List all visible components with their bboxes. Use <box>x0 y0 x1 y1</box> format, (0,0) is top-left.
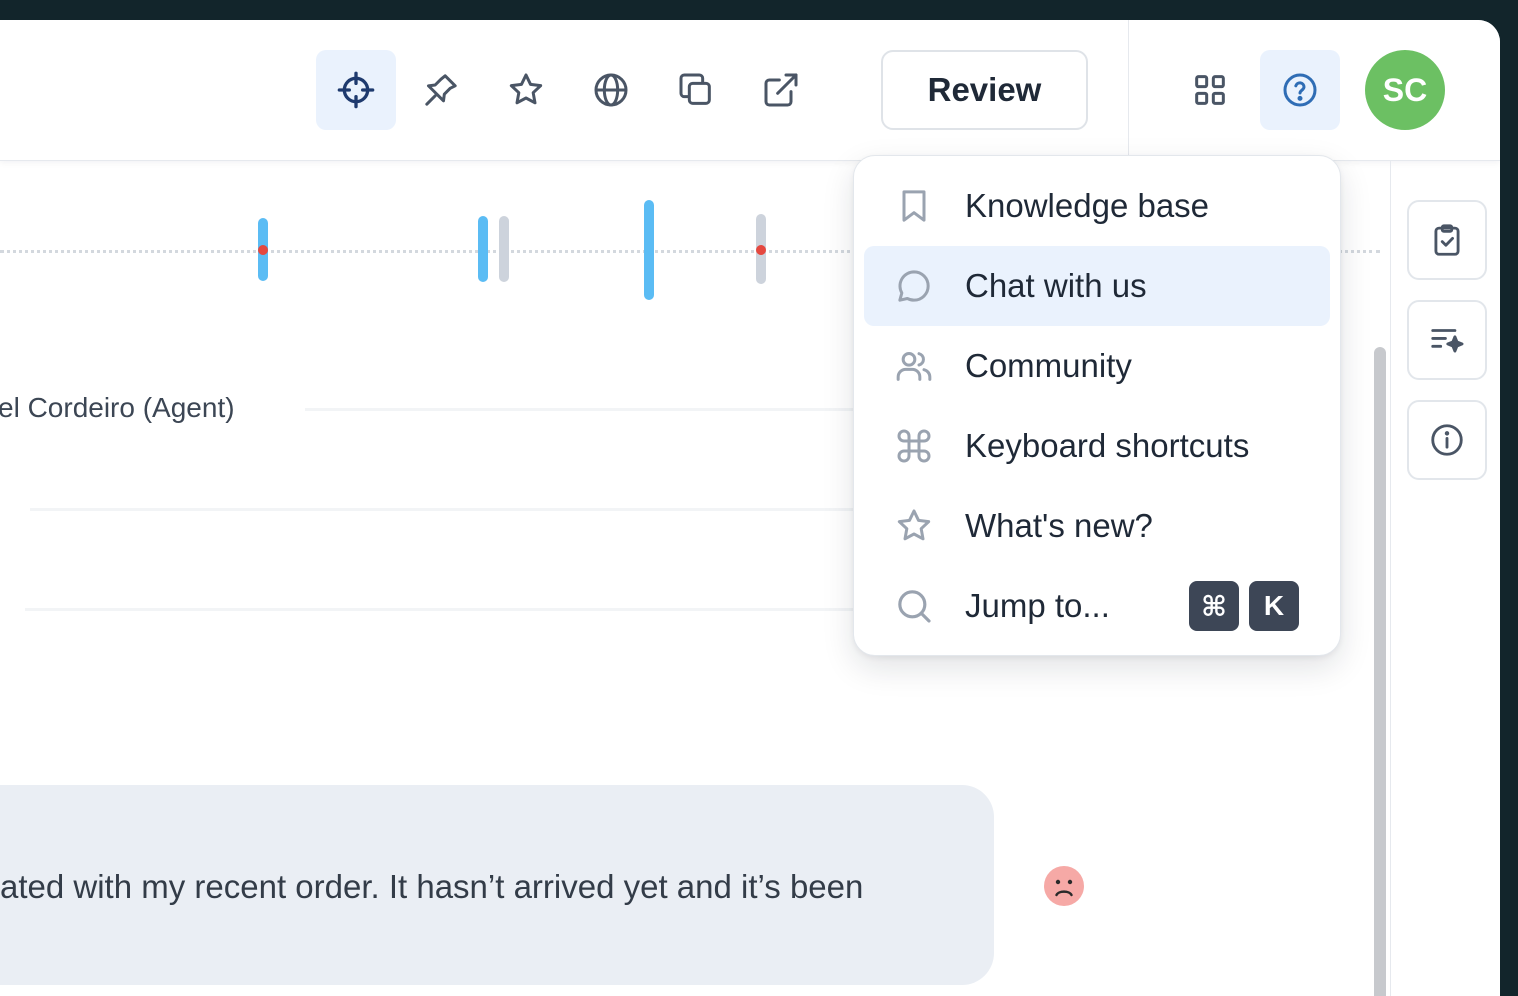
timeline-marker[interactable] <box>499 216 509 282</box>
tasks-button[interactable] <box>1407 200 1487 280</box>
divider <box>25 608 865 611</box>
open-external-button[interactable] <box>741 50 821 130</box>
shortcut-key-command: ⌘ <box>1189 581 1239 631</box>
divider <box>30 508 865 511</box>
timeline-marker[interactable] <box>478 216 488 282</box>
timeline-alert-dot <box>756 245 766 255</box>
menu-item-community[interactable]: Community <box>864 326 1330 406</box>
sparkle-list-icon <box>1431 329 1464 353</box>
external-link-icon <box>764 73 798 107</box>
scrollbar-thumb[interactable] <box>1374 347 1386 996</box>
ai-summary-button[interactable] <box>1407 300 1487 380</box>
details-button[interactable] <box>1407 400 1487 480</box>
menu-item-label: Chat with us <box>965 267 1147 304</box>
crosshair-tool-button[interactable] <box>316 50 396 130</box>
menu-item-chat-with-us[interactable]: Chat with us <box>864 246 1330 326</box>
message-text: ated with my recent order. It hasn’t arr… <box>0 868 864 905</box>
grid-icon <box>1195 75 1225 105</box>
participant-label: el Cordeiro (Agent) <box>0 392 235 423</box>
menu-item-keyboard-shortcuts[interactable]: Keyboard shortcuts <box>864 406 1330 486</box>
rail-divider <box>1390 160 1391 996</box>
copy-button[interactable] <box>656 50 736 130</box>
favorite-button[interactable] <box>486 50 566 130</box>
timeline-alert-dot <box>258 245 268 255</box>
menu-item-jump-to[interactable]: Jump to... ⌘ K <box>864 566 1330 646</box>
menu-item-knowledge-base[interactable]: Knowledge base <box>864 166 1330 246</box>
search-icon <box>898 590 931 623</box>
apps-button[interactable] <box>1170 50 1250 130</box>
clipboard-check-icon <box>1434 224 1460 256</box>
globe-icon <box>594 73 628 107</box>
info-icon <box>1431 424 1463 456</box>
menu-item-whats-new[interactable]: What's new? <box>864 486 1330 566</box>
menu-item-label: Community <box>965 347 1132 384</box>
question-circle-icon <box>1283 73 1317 107</box>
star-icon <box>897 509 931 541</box>
crosshair-icon <box>337 71 375 109</box>
bookmark-icon <box>902 190 926 222</box>
users-icon <box>896 352 932 381</box>
help-button[interactable] <box>1260 50 1340 130</box>
menu-item-label: What's new? <box>965 507 1153 544</box>
divider <box>305 408 865 411</box>
shortcut-key-k: K <box>1249 581 1299 631</box>
pin-button[interactable] <box>401 50 481 130</box>
help-menu: Knowledge base Chat with us Community Ke… <box>853 155 1341 656</box>
timeline-marker[interactable] <box>644 200 654 300</box>
top-toolbar: Review SC <box>0 20 1500 161</box>
sad-face-icon <box>1044 866 1084 906</box>
pin-icon <box>425 74 457 106</box>
chat-bubble-icon <box>898 270 930 302</box>
copy-icon <box>679 73 711 105</box>
review-button[interactable]: Review <box>881 50 1088 130</box>
toolbar-divider <box>1128 20 1129 160</box>
user-avatar[interactable]: SC <box>1365 50 1445 130</box>
menu-item-label: Knowledge base <box>965 187 1210 224</box>
star-icon <box>509 73 543 105</box>
command-icon <box>897 429 931 463</box>
menu-item-label: Jump to... <box>965 587 1110 624</box>
menu-item-label: Keyboard shortcuts <box>965 427 1250 464</box>
language-button[interactable] <box>571 50 651 130</box>
